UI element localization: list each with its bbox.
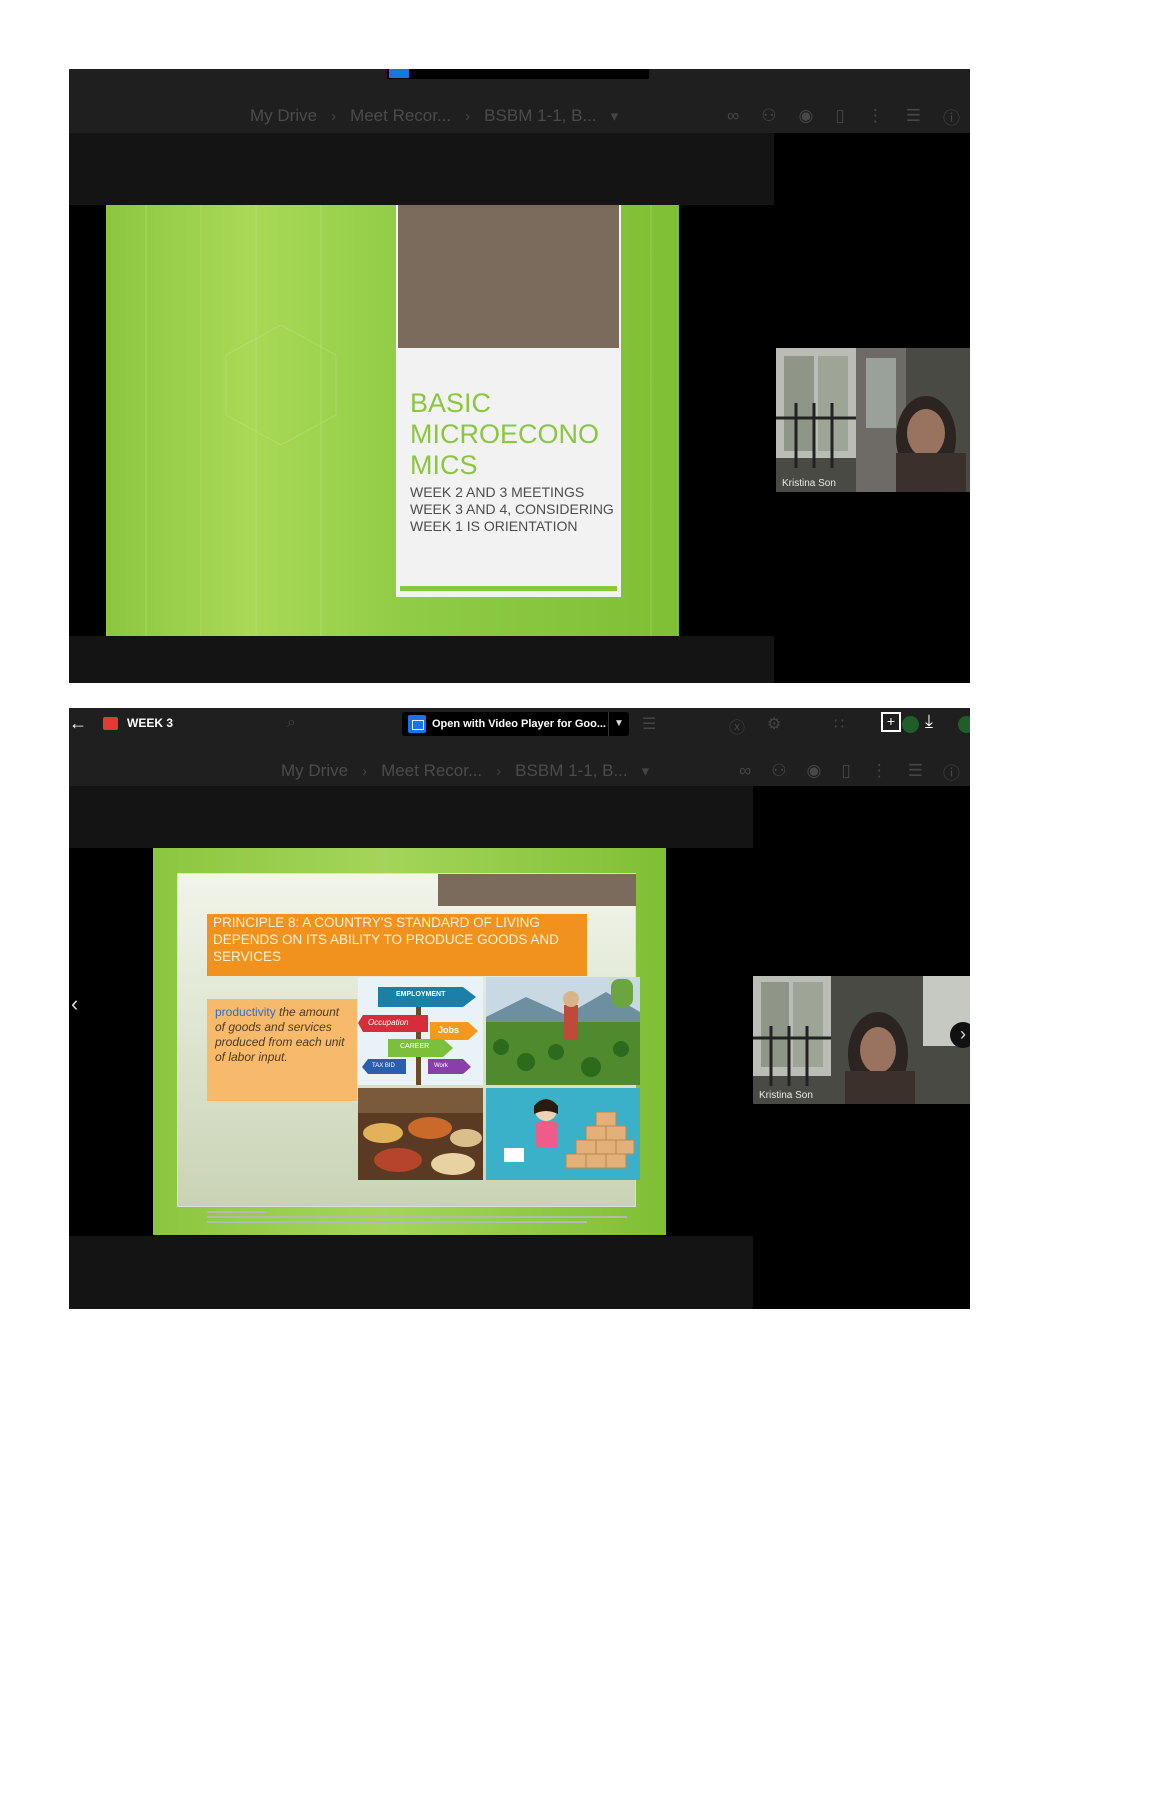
participant-video-frame — [776, 348, 970, 492]
download-icon[interactable]: ⤓ — [925, 711, 933, 732]
file-icon — [103, 717, 118, 730]
video-header-band — [69, 786, 753, 848]
avatar[interactable] — [902, 716, 919, 733]
more-icon[interactable]: ⋮ — [871, 761, 888, 781]
slide-principle-8: PRINCIPLE 8: A COUNTRY'S STANDARD OF LIV… — [153, 848, 666, 1235]
chevron-right-icon: › — [465, 107, 471, 125]
menu-icon[interactable]: ☰ — [642, 714, 656, 734]
preview-icon[interactable]: ◉ — [799, 106, 814, 126]
trash-icon[interactable]: ▯ — [841, 761, 850, 781]
participant-video-frame — [753, 976, 970, 1104]
screenshot-1: My Drive › Meet Recor... › BSBM 1-1, B..… — [69, 69, 970, 683]
jobs-signpost-image: EMPLOYMENT Occupation Jobs CAREER TAX BI… — [358, 977, 483, 1085]
breadcrumb: My Drive › Meet Recor... › BSBM 1-1, B..… — [250, 101, 618, 131]
info-icon[interactable]: ⓘ — [943, 104, 960, 129]
definition-term: productivity — [215, 1005, 276, 1019]
definition-box: productivity the amount of goods and ser… — [207, 999, 357, 1101]
worker-boxes-image — [486, 1088, 640, 1180]
file-icon — [389, 69, 409, 78]
slide-title: PRINCIPLE 8: A COUNTRY'S STANDARD OF LIV… — [207, 914, 587, 976]
sign-label-occupation: Occupation — [368, 1018, 409, 1027]
chevron-right-icon: › — [362, 762, 368, 780]
slide-header-tab — [438, 874, 636, 906]
sign-label-work: Work — [434, 1063, 448, 1069]
info-icon[interactable]: ⓘ — [943, 759, 960, 784]
chevron-right-icon: › — [331, 107, 337, 125]
top-toolbar: ← WEEK 3 ⌕ Open with Video Player for Go… — [69, 708, 970, 740]
sign-label-employment: EMPLOYMENT — [396, 991, 446, 998]
title-panel-underline — [400, 586, 617, 591]
file-actions: ∞ ⚇ ◉ ▯ ⋮ ☰ ⓘ — [727, 101, 960, 131]
add-to-drive-icon[interactable]: + — [881, 712, 901, 732]
chevron-down-icon[interactable]: ▾ — [611, 107, 619, 125]
food-graphic — [358, 1088, 483, 1180]
sign-label-jobs: Jobs — [438, 1025, 460, 1035]
breadcrumb-item-my-drive[interactable]: My Drive — [281, 761, 348, 781]
slide-basic-microeconomics: BASIC MICROECONO MICS WEEK 2 AND 3 MEETI… — [106, 205, 679, 636]
breadcrumb-item-meet-recordings[interactable]: Meet Recor... — [350, 106, 451, 126]
breadcrumb-item-my-drive[interactable]: My Drive — [250, 106, 317, 126]
chevron-right-icon: › — [496, 762, 502, 780]
screenshot-2: ← WEEK 3 ⌕ Open with Video Player for Go… — [69, 708, 970, 1309]
preview-icon[interactable]: ◉ — [807, 761, 822, 781]
list-view-icon[interactable]: ☰ — [908, 761, 923, 781]
back-arrow-icon[interactable]: ← — [69, 713, 87, 734]
add-person-icon[interactable]: ⚇ — [761, 106, 776, 126]
trash-icon[interactable]: ▯ — [835, 106, 844, 126]
video-footer-band — [69, 1236, 753, 1309]
participant-name: Kristina Son — [759, 1090, 813, 1101]
participant-video[interactable]: › Kristina Son — [753, 976, 970, 1104]
breadcrumb: My Drive › Meet Recor... › BSBM 1-1, B..… — [281, 756, 649, 786]
top-strip — [69, 69, 970, 99]
file-name: WEEK 3 — [127, 716, 174, 730]
food-buffet-image — [358, 1088, 483, 1180]
link-icon[interactable]: ∞ — [739, 761, 751, 781]
help-icon[interactable]: ⓧ — [729, 714, 745, 738]
search-icon[interactable]: ⌕ — [287, 714, 296, 732]
video-player-icon — [408, 715, 426, 733]
open-with-button-partial[interactable] — [387, 69, 649, 79]
apps-icon[interactable]: ∷ — [834, 714, 844, 734]
video-footer-band — [69, 636, 774, 683]
chevron-down-icon[interactable]: ▾ — [642, 762, 650, 780]
open-with-label: Open with Video Player for Goo... — [432, 718, 606, 730]
slide-subtitle: WEEK 2 AND 3 MEETINGS WEEK 3 AND 4, CONS… — [410, 484, 614, 534]
breadcrumb-item-meet-recordings[interactable]: Meet Recor... — [381, 761, 482, 781]
chevron-down-icon[interactable]: ▼ — [608, 712, 629, 736]
drive-top-bar: ← WEEK 3 ⌕ Open with Video Player for Go… — [69, 708, 970, 786]
sign-label-career: CAREER — [400, 1043, 430, 1050]
account-avatar[interactable] — [958, 716, 970, 733]
link-icon[interactable]: ∞ — [727, 106, 739, 126]
video-header-band — [69, 133, 774, 205]
more-icon[interactable]: ⋮ — [867, 106, 884, 126]
drive-top-bar: My Drive › Meet Recor... › BSBM 1-1, B..… — [69, 69, 970, 133]
participant-name: Kristina Son — [782, 478, 836, 489]
open-with-button[interactable]: Open with Video Player for Goo... ▼ — [402, 712, 629, 736]
settings-icon[interactable]: ⚙ — [767, 714, 781, 734]
sign-label-tax-bid: TAX BID — [372, 1063, 395, 1069]
file-actions: ∞ ⚇ ◉ ▯ ⋮ ☰ ⓘ — [739, 756, 960, 786]
add-person-icon[interactable]: ⚇ — [771, 761, 786, 781]
slide-title: BASIC MICROECONO MICS — [410, 388, 599, 480]
boxes-graphic — [504, 1099, 635, 1169]
chevron-right-icon[interactable]: › — [950, 1022, 970, 1048]
list-view-icon[interactable]: ☰ — [906, 106, 921, 126]
chevron-left-icon[interactable]: ‹ — [71, 991, 78, 1017]
title-panel-header — [398, 205, 619, 348]
participant-video[interactable]: Kristina Son — [776, 348, 970, 492]
farm-workers-image — [486, 977, 640, 1085]
slide-references — [207, 1211, 647, 1231]
title-panel: BASIC MICROECONO MICS WEEK 2 AND 3 MEETI… — [396, 205, 621, 597]
farm-graphic — [486, 977, 640, 1085]
breadcrumb-item-folder[interactable]: BSBM 1-1, B... — [484, 106, 596, 126]
breadcrumb-item-folder[interactable]: BSBM 1-1, B... — [515, 761, 627, 781]
slide-content-panel: PRINCIPLE 8: A COUNTRY'S STANDARD OF LIV… — [177, 873, 640, 1223]
